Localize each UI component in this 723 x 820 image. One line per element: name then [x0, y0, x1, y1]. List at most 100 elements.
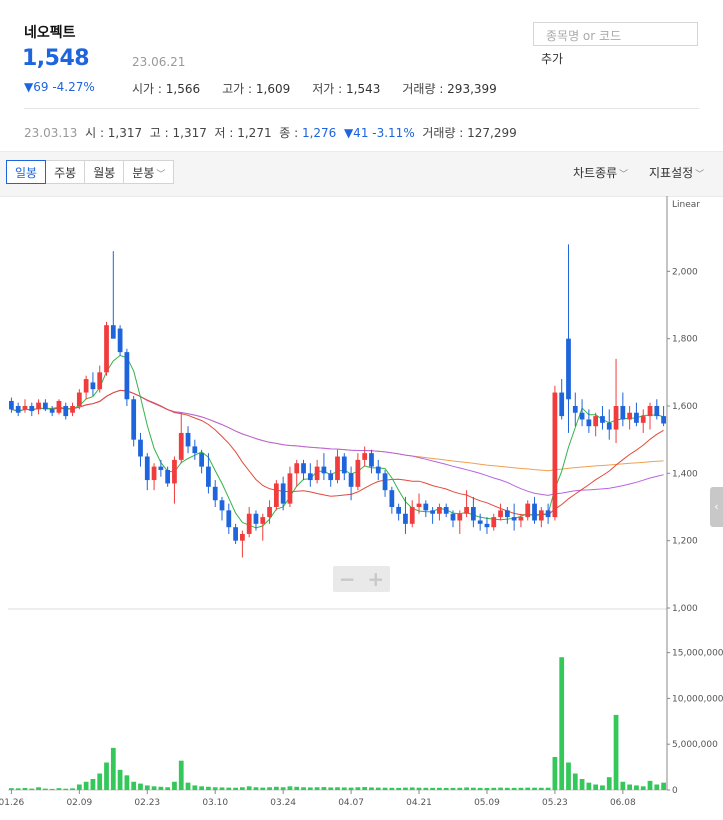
x-tick-label: 04.21	[406, 798, 432, 808]
info-change: ▼41 -3.11%	[343, 126, 415, 140]
candle-body	[117, 328, 123, 353]
volume-bar	[212, 787, 218, 790]
candle-body	[253, 513, 259, 524]
volume-bar	[138, 783, 143, 790]
volume-bar	[559, 657, 565, 790]
volume-bar	[491, 787, 497, 790]
divider	[24, 108, 699, 109]
candle-body	[90, 382, 96, 390]
chevron-down-icon: ﹀	[695, 170, 705, 180]
volume-bar	[172, 781, 177, 790]
low-stat: 저가 : 1,543	[312, 82, 381, 96]
volume-bar	[443, 787, 449, 790]
candle-body	[498, 510, 503, 518]
crosshair-info-row: 23.03.13 시 : 1,317 고 : 1,317 저 : 1,271 종…	[24, 126, 517, 140]
zoom-out-button[interactable]: −	[333, 566, 362, 592]
stock-name: 네오펙트	[24, 25, 76, 41]
candle-body	[586, 419, 592, 427]
volume-bar	[369, 787, 374, 790]
volume-tick-label: 0	[672, 786, 678, 796]
candle-body	[661, 416, 666, 424]
candle-body	[450, 513, 456, 521]
volume-bar	[484, 787, 490, 790]
candle-body	[226, 510, 232, 528]
volume-bar	[572, 773, 578, 790]
volume-bar	[477, 787, 483, 790]
stock-chart[interactable]: Linear 2,000 1,800 1,600 1,400 1,200 1,000 15,0…	[0, 196, 723, 820]
candle-body	[382, 473, 388, 491]
volume-bar	[552, 757, 558, 790]
candle-body	[22, 406, 28, 410]
candle-body	[104, 325, 109, 373]
x-tick-label: 02.09	[66, 798, 92, 808]
candle-body	[409, 507, 415, 524]
indicator-settings-dropdown[interactable]: 지표설정 ﹀	[649, 164, 704, 181]
candle-body	[328, 473, 334, 481]
volume-bar	[158, 786, 164, 790]
price-tick-label: 2,000	[672, 267, 698, 277]
tab-daily[interactable]: 일봉	[6, 160, 47, 184]
volume-bar	[416, 787, 422, 790]
price-date: 23.06.21	[132, 55, 186, 69]
volume-bar	[600, 785, 605, 790]
candle-body	[552, 392, 558, 518]
tab-weekly[interactable]: 주봉	[45, 160, 86, 184]
candle-body	[138, 439, 143, 457]
candle-body	[97, 372, 103, 390]
candle-body	[504, 510, 510, 518]
volume-bar	[233, 787, 238, 790]
volume-bar	[199, 786, 205, 790]
tab-minute[interactable]: 분봉 ﹀	[123, 160, 175, 184]
volume-tick-label: 5,000,000	[672, 740, 718, 750]
volume-bar	[640, 786, 646, 790]
volume-bar	[538, 787, 544, 790]
candle-body	[423, 503, 429, 511]
volume-bar	[545, 787, 551, 790]
volume-bar	[280, 787, 286, 790]
volume-bar	[314, 787, 320, 790]
candle-body	[355, 459, 361, 487]
volume-bar	[144, 785, 150, 790]
candle-body	[301, 463, 306, 474]
tab-monthly[interactable]: 월봉	[84, 160, 125, 184]
candle-body	[56, 400, 62, 413]
volume-bar	[586, 782, 592, 790]
volume-bar	[36, 787, 41, 790]
scale-label: Linear	[672, 200, 700, 210]
volume-bar	[348, 787, 354, 790]
zoom-in-button[interactable]: +	[362, 566, 391, 592]
candle-body	[477, 520, 483, 524]
volume-bar	[185, 782, 191, 790]
candle-body	[219, 500, 225, 511]
candle-body	[654, 406, 660, 417]
volume-tick-label: 15,000,000	[672, 649, 723, 659]
volume-bar	[620, 781, 626, 790]
candle-body	[9, 400, 14, 410]
chevron-down-icon: ﹀	[156, 170, 166, 180]
volume-bar	[627, 784, 633, 790]
price-tick-label: 1,000	[672, 604, 698, 614]
volume-bar	[165, 787, 171, 790]
candle-body	[396, 507, 402, 514]
chevron-down-icon: ﹀	[619, 170, 629, 180]
candle-body	[545, 510, 551, 518]
current-price: 1,548	[22, 46, 90, 71]
candle-body	[212, 486, 218, 501]
volume-bar	[253, 787, 259, 790]
volume-bar	[117, 769, 123, 790]
volume-tick-label: 10,000,000	[672, 694, 723, 704]
candle-body	[634, 412, 639, 423]
period-tabs: 일봉 주봉 월봉 분봉 ﹀	[6, 160, 175, 184]
side-panel-handle[interactable]: ‹	[710, 487, 723, 527]
chart-type-dropdown[interactable]: 차트종류 ﹀	[573, 164, 628, 181]
candle-body	[640, 416, 646, 423]
volume-bar	[206, 786, 211, 790]
add-button[interactable]: 추가	[541, 50, 563, 67]
price-stats: 시가 : 1,566 고가 : 1,609 저가 : 1,543 거래량 : 2…	[132, 80, 497, 97]
candle-body	[246, 513, 252, 534]
volume-bar	[70, 788, 75, 790]
volume-bar	[240, 787, 245, 790]
candle-body	[389, 490, 395, 507]
search-input[interactable]: 종목명 or 코드	[533, 22, 698, 46]
candle-body	[470, 507, 476, 521]
